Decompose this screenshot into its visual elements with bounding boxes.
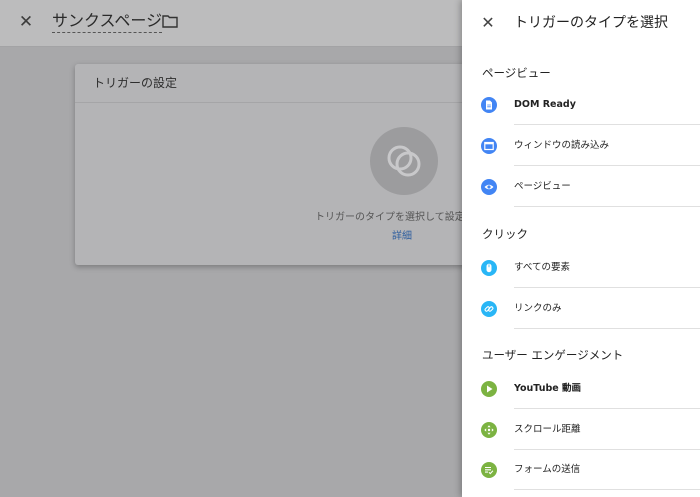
trigger-item-label: YouTube 動画: [514, 383, 582, 394]
page-title[interactable]: サンクスページ: [52, 11, 163, 33]
link-icon: [481, 301, 497, 317]
divider: [514, 408, 700, 409]
workspace-close-icon[interactable]: ✕: [16, 12, 36, 32]
trigger-item-all-elements[interactable]: すべての要素: [462, 248, 700, 288]
divider: [514, 489, 700, 490]
trigger-item-label: すべての要素: [514, 262, 570, 273]
panel-header: ✕ トリガーのタイプを選択: [462, 0, 700, 46]
divider: [514, 124, 700, 125]
trigger-config-card: トリガーの設定 トリガーのタイプを選択して設定を 詳細: [75, 64, 495, 265]
divider: [514, 287, 700, 288]
section-title-pageview: ページビュー: [482, 66, 551, 80]
trigger-item-label: フォームの送信: [514, 464, 581, 475]
trigger-item-label: DOM Ready: [514, 99, 576, 110]
eye-icon: [481, 179, 497, 195]
trigger-item-label: スクロール距離: [514, 424, 581, 435]
trigger-item-label: ウィンドウの読み込み: [514, 140, 610, 151]
trigger-item-label: ページビュー: [514, 181, 571, 192]
trigger-type-panel: ✕ トリガーのタイプを選択 ページビュー DOM Ready ウィンドウの読み込…: [462, 0, 700, 497]
play-icon: [481, 381, 497, 397]
trigger-item-dom-ready[interactable]: DOM Ready: [462, 85, 700, 125]
form-icon: [481, 462, 497, 478]
divider: [514, 328, 700, 329]
window-icon: [481, 138, 497, 154]
section-title-user-engagement: ユーザー エンゲージメント: [482, 348, 624, 362]
document-icon: [481, 97, 497, 113]
folder-icon[interactable]: [162, 14, 178, 28]
move-arrows-icon: [481, 422, 497, 438]
trigger-item-youtube-video[interactable]: YouTube 動画: [462, 369, 700, 409]
trigger-placeholder-icon[interactable]: [370, 127, 438, 195]
section-title-click: クリック: [482, 227, 528, 241]
trigger-item-label: リンクのみ: [514, 303, 562, 314]
trigger-empty-text: トリガーのタイプを選択して設定を: [315, 212, 475, 223]
divider: [514, 165, 700, 166]
mouse-icon: [481, 260, 497, 276]
divider: [514, 206, 700, 207]
trigger-config-header: トリガーの設定: [75, 64, 495, 103]
details-link[interactable]: 詳細: [392, 227, 412, 242]
trigger-item-pageview[interactable]: ページビュー: [462, 167, 700, 207]
panel-close-icon[interactable]: ✕: [478, 13, 498, 33]
trigger-item-form-submission[interactable]: フォームの送信: [462, 450, 700, 490]
panel-title: トリガーのタイプを選択: [514, 15, 668, 31]
trigger-item-window-load[interactable]: ウィンドウの読み込み: [462, 126, 700, 166]
trigger-item-links-only[interactable]: リンクのみ: [462, 289, 700, 329]
trigger-item-scroll-depth[interactable]: スクロール距離: [462, 410, 700, 450]
